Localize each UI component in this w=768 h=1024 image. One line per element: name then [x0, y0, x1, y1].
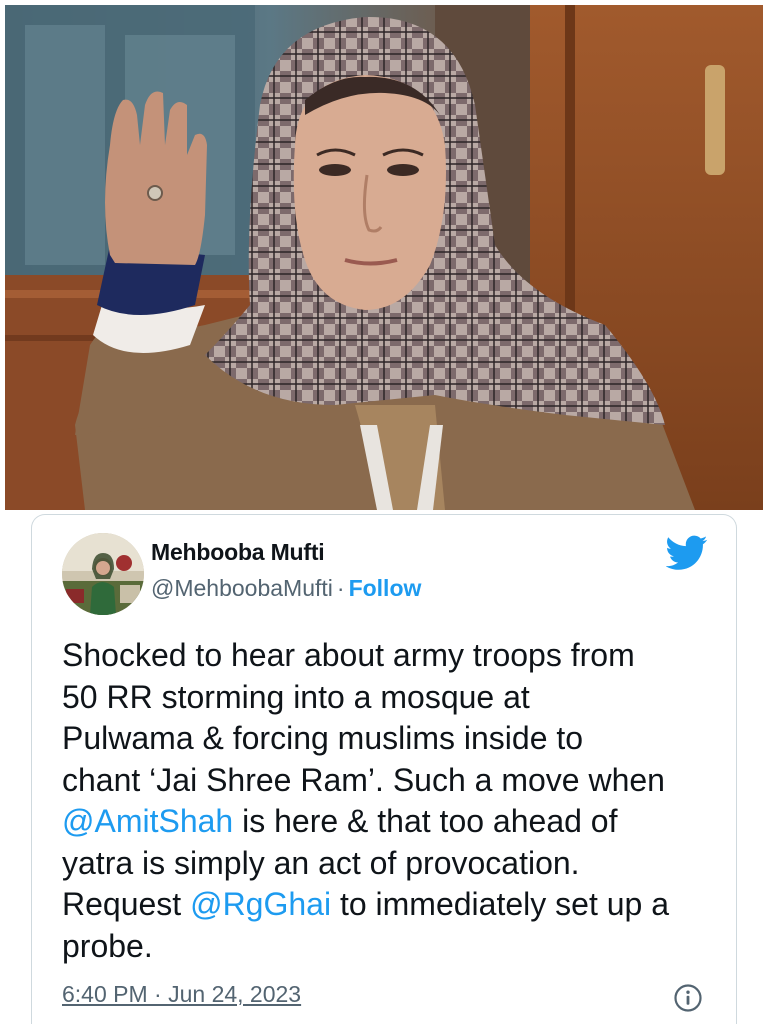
author-name[interactable]: Mehbooba Mufti	[151, 539, 325, 566]
tweet-text-line: yatra is simply an act of provocation.	[62, 844, 580, 881]
follow-button[interactable]: Follow	[349, 575, 422, 601]
tweet-text-line: Pulwama & forcing muslims inside to	[62, 720, 584, 756]
twitter-bird-icon[interactable]	[666, 535, 708, 571]
info-icon[interactable]	[673, 983, 703, 1013]
tweet-timestamp-link[interactable]: 6:40 PM · Jun 24, 2023	[62, 981, 301, 1008]
tweet-text-line: chant ‘Jai Shree Ram’. Such a move when	[62, 761, 665, 798]
author-handle[interactable]: @MehboobaMufti	[151, 575, 333, 601]
mention-rgghai-link[interactable]: @RgGhai	[190, 886, 331, 922]
author-avatar[interactable]	[62, 533, 144, 615]
tweet-text-line: @AmitShah is here & that too ahead of	[62, 801, 722, 843]
page: Mehbooba Mufti @MehboobaMufti · Follow Sho…	[0, 0, 768, 1024]
tweet-text-fragment: to immediately set up a	[331, 886, 669, 922]
profile-photo-icon	[62, 533, 144, 615]
handle-separator: ·	[336, 575, 345, 601]
tweet-text-fragment: is here & that too ahead of	[233, 803, 618, 839]
tweet-text-fragment: Request	[62, 886, 191, 922]
tweet-text-line: 50 RR storming into a mosque at	[62, 678, 530, 715]
news-photo	[5, 5, 763, 510]
author-handle-line: @MehboobaMufti · Follow	[151, 575, 421, 602]
mention-amitshah-link[interactable]: @AmitShah	[62, 803, 233, 839]
tweet-text-line: Request @RgGhai to immediately set up a	[62, 884, 722, 926]
tweet-text: Shocked to hear about army troops from 5…	[62, 635, 722, 967]
tweet-text-line: Shocked to hear about army troops from	[62, 637, 635, 673]
tweet-text-line: probe.	[62, 927, 153, 964]
tweet-card: Mehbooba Mufti @MehboobaMufti · Follow Sho…	[31, 514, 737, 1024]
